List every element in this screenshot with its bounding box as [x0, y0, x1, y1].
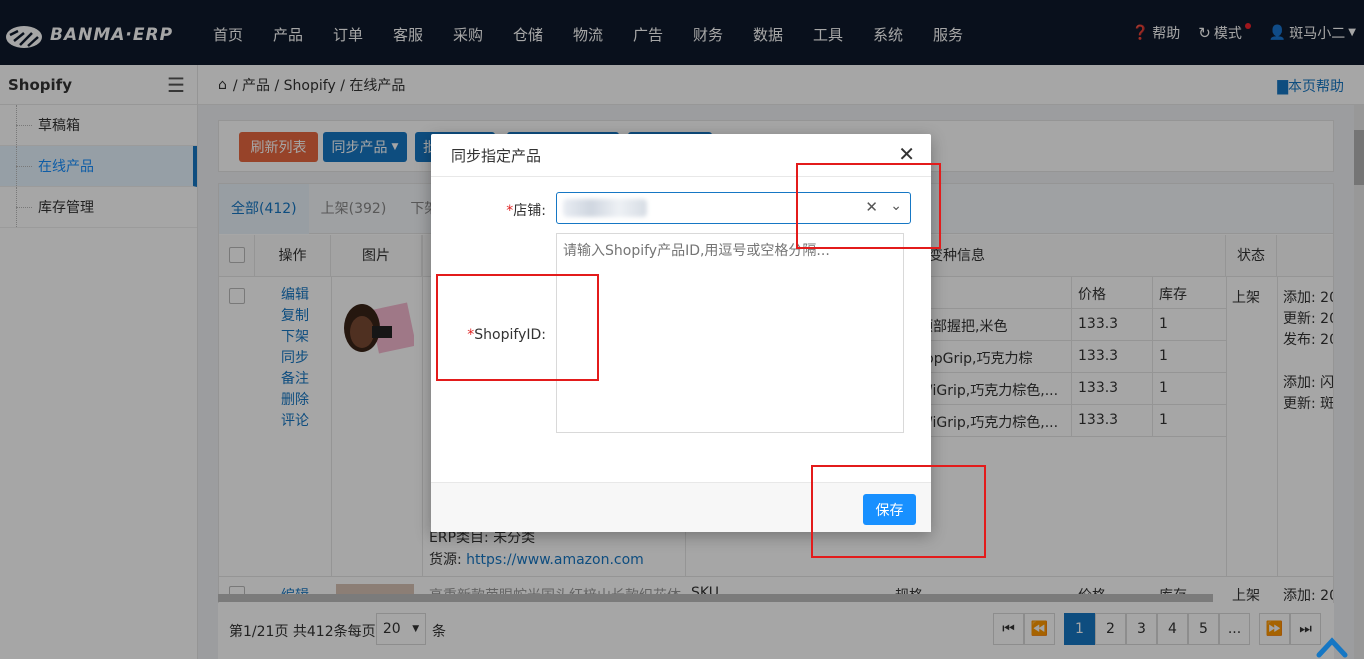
- store-value-blurred: [563, 199, 647, 217]
- shopify-id-textarea[interactable]: [556, 233, 904, 433]
- store-label: *店铺:: [471, 200, 546, 220]
- back-to-top-icon[interactable]: [1315, 633, 1349, 659]
- dialog-title: 同步指定产品: [451, 146, 542, 165]
- annotation-box-store-controls: [796, 163, 941, 249]
- close-icon[interactable]: ✕: [898, 144, 915, 164]
- annotation-box-save: [811, 465, 986, 558]
- annotation-box-shopify-id: [436, 274, 599, 381]
- store-label-text: 店铺:: [513, 203, 546, 219]
